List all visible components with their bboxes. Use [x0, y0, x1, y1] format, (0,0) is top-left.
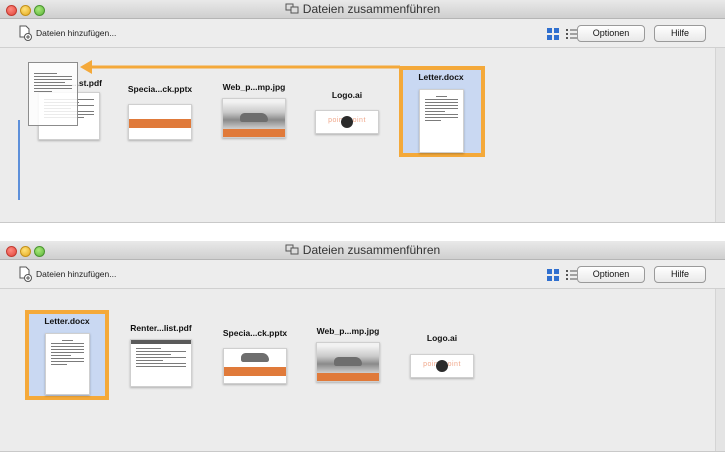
- docx-thumbnail: [44, 333, 90, 395]
- file-item-jpg[interactable]: Web_p...mp.jpg: [308, 326, 388, 382]
- file-item-jpg[interactable]: Web_p...mp.jpg: [214, 82, 294, 138]
- pptx-thumbnail: [223, 348, 287, 384]
- grid-view-icon[interactable]: [547, 28, 559, 40]
- steering-wheel-icon: [341, 116, 353, 128]
- merge-files-icon: [285, 244, 299, 255]
- file-label: Letter.docx: [44, 316, 90, 326]
- file-label: Specia...ck.pptx: [127, 84, 193, 94]
- help-button[interactable]: Hilfe: [654, 25, 706, 42]
- file-item-pptx[interactable]: Specia...ck.pptx: [215, 328, 295, 384]
- pdf-thumbnail: [130, 339, 192, 387]
- pptx-thumbnail: [128, 104, 192, 140]
- window-title: Dateien zusammenführen: [0, 2, 725, 16]
- window-title: Dateien zusammenführen: [0, 243, 725, 257]
- help-button[interactable]: Hilfe: [654, 266, 706, 283]
- ai-thumbnail: point point: [315, 110, 379, 134]
- file-item-pdf[interactable]: Renter...list.pdf: [121, 323, 201, 387]
- file-label: Logo.ai: [331, 90, 363, 100]
- title-bar: Dateien zusammenführen: [0, 241, 725, 260]
- add-files-button[interactable]: Dateien hinzufügen...: [18, 25, 116, 41]
- file-grid: Letter.docx Renter...list.pdf Specia...c…: [0, 289, 716, 451]
- file-label: Web_p...mp.jpg: [316, 326, 380, 336]
- merge-window-before: Dateien zusammenführen Dateien hinzufüge…: [0, 0, 725, 223]
- file-item-ai[interactable]: Logo.ai point point: [307, 90, 387, 134]
- options-button[interactable]: Optionen: [577, 266, 645, 283]
- toolbar: Dateien hinzufügen... Optionen Hilfe: [0, 19, 725, 48]
- file-label: Renter...list.pdf: [130, 323, 192, 333]
- drag-direction-arrow-icon: [80, 60, 400, 74]
- scrollbar[interactable]: [715, 48, 725, 222]
- merge-window-after: Dateien zusammenführen Dateien hinzufüge…: [0, 241, 725, 452]
- ai-thumbnail: point point: [410, 354, 474, 378]
- grid-view-icon[interactable]: [547, 269, 559, 281]
- jpg-thumbnail: [316, 342, 380, 382]
- file-label: Web_p...mp.jpg: [222, 82, 286, 92]
- scrollbar[interactable]: [715, 289, 725, 451]
- add-file-icon: [19, 266, 32, 282]
- add-file-icon: [19, 25, 32, 41]
- file-item-docx[interactable]: Letter.docx: [27, 316, 107, 395]
- add-files-label: Dateien hinzufügen...: [36, 269, 117, 279]
- file-grid: ...st.pdf Specia...ck.pptx Web_p...mp.jp…: [0, 48, 716, 222]
- toolbar: Dateien hinzufügen... Optionen Hilfe: [0, 260, 725, 289]
- file-label: Letter.docx: [418, 72, 464, 82]
- title-bar: Dateien zusammenführen: [0, 0, 725, 19]
- merge-files-icon: [285, 3, 299, 14]
- drop-insertion-indicator: [18, 120, 20, 200]
- steering-wheel-icon: [436, 360, 448, 372]
- add-files-button[interactable]: Dateien hinzufügen...: [18, 266, 116, 282]
- file-item-pptx[interactable]: Specia...ck.pptx: [120, 84, 200, 140]
- docx-thumbnail: [418, 89, 464, 153]
- drag-ghost-thumbnail: [28, 62, 78, 126]
- options-button[interactable]: Optionen: [577, 25, 645, 42]
- file-item-docx[interactable]: Letter.docx: [401, 72, 481, 153]
- file-label: Specia...ck.pptx: [222, 328, 288, 338]
- file-label: Logo.ai: [426, 333, 458, 343]
- file-item-ai[interactable]: Logo.ai point point: [402, 333, 482, 378]
- jpg-thumbnail: [222, 98, 286, 138]
- window-title-text: Dateien zusammenführen: [302, 243, 441, 257]
- window-title-text: Dateien zusammenführen: [302, 2, 441, 16]
- add-files-label: Dateien hinzufügen...: [36, 28, 117, 38]
